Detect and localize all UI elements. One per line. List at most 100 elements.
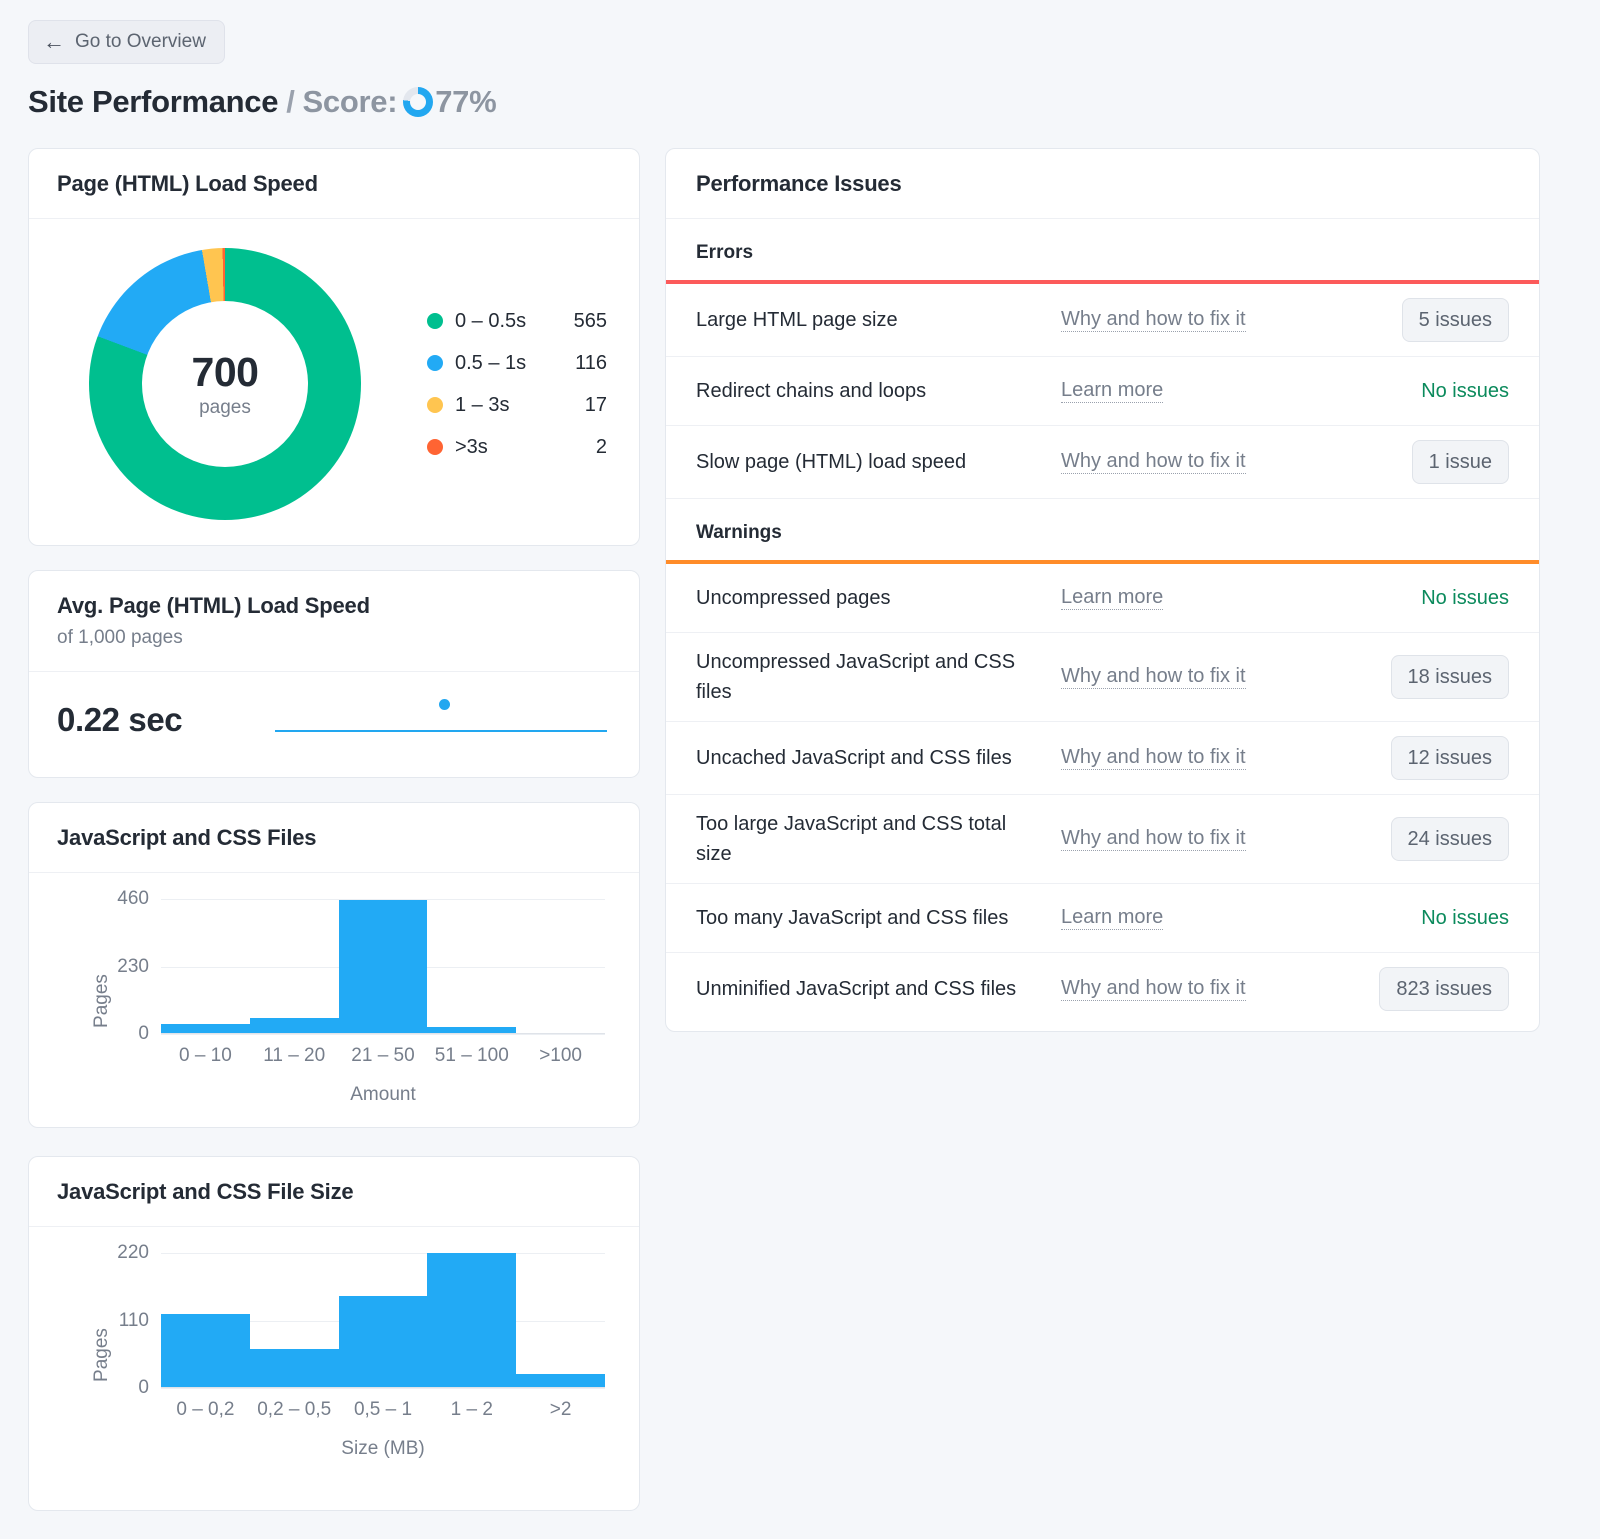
gridline <box>161 1034 605 1035</box>
go-to-overview-button[interactable]: ← Go to Overview <box>28 20 225 64</box>
issue-name: Unminified JavaScript and CSS files <box>696 978 1017 1000</box>
js-css-file-size-xlabel: Size (MB) <box>341 1438 425 1459</box>
js-css-files-chart: Pages 0 230 460 0 – 10 11 – 20 21 – 50 51 – 1… <box>29 873 639 1127</box>
go-to-overview-label: Go to Overview <box>75 31 206 52</box>
issue-link-cell: Learn more <box>1061 906 1341 930</box>
issue-group-title: Errors <box>696 242 754 263</box>
bar-column[interactable] <box>249 1253 339 1387</box>
issue-status-cell: 823 issues <box>1341 967 1509 1011</box>
js-css-file-size-card: JavaScript and CSS File Size Pages 0 110 2… <box>28 1156 640 1511</box>
js-css-file-size-title: JavaScript and CSS File Size <box>29 1157 639 1227</box>
bar[interactable] <box>249 1349 339 1387</box>
bar[interactable] <box>161 1023 250 1033</box>
y-axis-tick: 110 <box>118 1309 149 1331</box>
page-load-speed-chart: 700 pages 0 – 0.5s 565 0.5 – 1s 116 1 – 3s 17… <box>29 219 639 545</box>
issue-row: Unminified JavaScript and CSS files Why a… <box>666 953 1539 1025</box>
no-issues-label: No issues <box>1421 906 1509 929</box>
bar-column[interactable] <box>249 899 339 1033</box>
issue-name: Too large JavaScript and CSS total size <box>696 813 1007 865</box>
issue-name: Uncached JavaScript and CSS files <box>696 747 1012 769</box>
no-issues-label: No issues <box>1421 379 1509 402</box>
legend-label: 0 – 0.5s <box>455 309 527 332</box>
gridline <box>161 1388 605 1389</box>
legend-color-dot <box>427 313 443 329</box>
x-axis-tick: 0 – 0,2 <box>176 1399 235 1420</box>
bar[interactable] <box>338 900 428 1033</box>
issue-row: Large HTML page size Why and how to fix i… <box>666 284 1539 357</box>
issue-help-link[interactable]: Why and how to fix it <box>1061 746 1246 770</box>
x-axis-tick: 1 – 2 <box>450 1399 493 1420</box>
no-issues-label: No issues <box>1421 586 1509 609</box>
bar-column[interactable] <box>338 899 428 1033</box>
issue-help-link[interactable]: Why and how to fix it <box>1061 827 1246 851</box>
issue-name: Uncompressed JavaScript and CSS files <box>696 651 1016 703</box>
issue-help-link[interactable]: Why and how to fix it <box>1061 308 1246 332</box>
issue-name: Too many JavaScript and CSS files <box>696 907 1009 929</box>
legend-color-dot <box>427 439 443 455</box>
js-css-files-xticks: 0 – 10 11 – 20 21 – 50 51 – 100 >100 <box>161 1045 605 1067</box>
issue-row: Uncompressed pages Learn more No issues <box>666 564 1539 633</box>
bar[interactable] <box>338 1295 428 1387</box>
avg-load-speed-body: 0.22 sec <box>29 672 639 768</box>
issue-help-link[interactable]: Learn more <box>1061 586 1164 610</box>
issue-help-link[interactable]: Learn more <box>1061 906 1164 930</box>
issue-help-link[interactable]: Learn more <box>1061 379 1164 403</box>
avg-load-speed-card: Avg. Page (HTML) Load Speed of 1,000 pag… <box>28 570 640 778</box>
issue-name: Redirect chains and loops <box>696 380 927 402</box>
issue-status-cell: 5 issues <box>1341 298 1509 342</box>
issue-link-cell: Why and how to fix it <box>1061 746 1341 770</box>
bar[interactable] <box>249 1018 339 1033</box>
legend-item: 0.5 – 1s 116 <box>427 342 607 384</box>
issue-count-badge[interactable]: 1 issue <box>1411 440 1509 484</box>
donut-legend: 0 – 0.5s 565 0.5 – 1s 116 1 – 3s 17 >3s 2 <box>427 300 607 468</box>
js-css-file-size-xticks: 0 – 0,2 0,2 – 0,5 0,5 – 1 1 – 2 >2 <box>161 1399 605 1421</box>
x-axis-tick: >2 <box>549 1399 572 1420</box>
performance-issues-card: Performance Issues Errors Large HTML page… <box>665 148 1540 1032</box>
issue-count-badge[interactable]: 5 issues <box>1401 298 1509 342</box>
avg-load-speed-line <box>275 730 607 732</box>
x-axis-tick: 51 – 100 <box>434 1045 509 1066</box>
bar-column[interactable] <box>516 899 605 1033</box>
y-axis-tick: 460 <box>117 888 149 909</box>
issue-count-badge[interactable]: 24 issues <box>1390 817 1509 861</box>
issue-status-cell: No issues <box>1341 907 1509 930</box>
legend-color-dot <box>427 355 443 371</box>
x-axis-tick: 11 – 20 <box>263 1045 326 1066</box>
x-axis-tick: 0,2 – 0,5 <box>257 1399 332 1420</box>
issue-help-link[interactable]: Why and how to fix it <box>1061 977 1246 1001</box>
x-axis-tick: 21 – 50 <box>351 1045 415 1066</box>
bar-column[interactable] <box>427 899 517 1033</box>
donut-center: 700 pages <box>142 301 308 467</box>
score-label: Score: <box>302 84 398 119</box>
issue-link-cell: Why and how to fix it <box>1061 308 1341 332</box>
x-axis-tick: 0,5 – 1 <box>353 1399 413 1420</box>
bar[interactable] <box>516 1373 605 1387</box>
issue-count-badge[interactable]: 12 issues <box>1390 736 1509 780</box>
bar[interactable] <box>427 1253 517 1387</box>
js-css-files-ylabel: Pages <box>90 974 112 1028</box>
bar-column[interactable] <box>161 899 250 1033</box>
bar[interactable] <box>161 1313 250 1387</box>
legend-label: 0.5 – 1s <box>455 351 527 374</box>
bar-column[interactable] <box>427 1253 517 1387</box>
site-performance-page: ← Go to Overview Site Performance / Scor… <box>0 0 1600 1539</box>
x-axis-line <box>161 1387 605 1388</box>
avg-load-speed-title: Avg. Page (HTML) Load Speed <box>57 593 370 618</box>
bar-column[interactable] <box>338 1253 428 1387</box>
issue-count-badge[interactable]: 823 issues <box>1379 967 1509 1011</box>
issue-name: Large HTML page size <box>696 309 898 331</box>
performance-issues-title: Performance Issues <box>666 149 1539 219</box>
bar-column[interactable] <box>516 1253 605 1387</box>
donut-center-value: 700 <box>191 349 259 395</box>
js-css-files-xlabel: Amount <box>350 1084 416 1105</box>
bar[interactable] <box>427 1026 517 1033</box>
issue-row: Redirect chains and loops Learn more No is… <box>666 357 1539 426</box>
issue-help-link[interactable]: Why and how to fix it <box>1061 450 1246 474</box>
issue-count-badge[interactable]: 18 issues <box>1390 655 1509 699</box>
bar-column[interactable] <box>161 1253 250 1387</box>
js-css-files-plot: 0 230 460 <box>117 888 621 1044</box>
page-load-speed-card: Page (HTML) Load Speed 700 pages 0 – 0.5… <box>28 148 640 546</box>
issue-name: Uncompressed pages <box>696 587 891 609</box>
issue-link-cell: Why and how to fix it <box>1061 450 1341 474</box>
issue-help-link[interactable]: Why and how to fix it <box>1061 665 1246 689</box>
